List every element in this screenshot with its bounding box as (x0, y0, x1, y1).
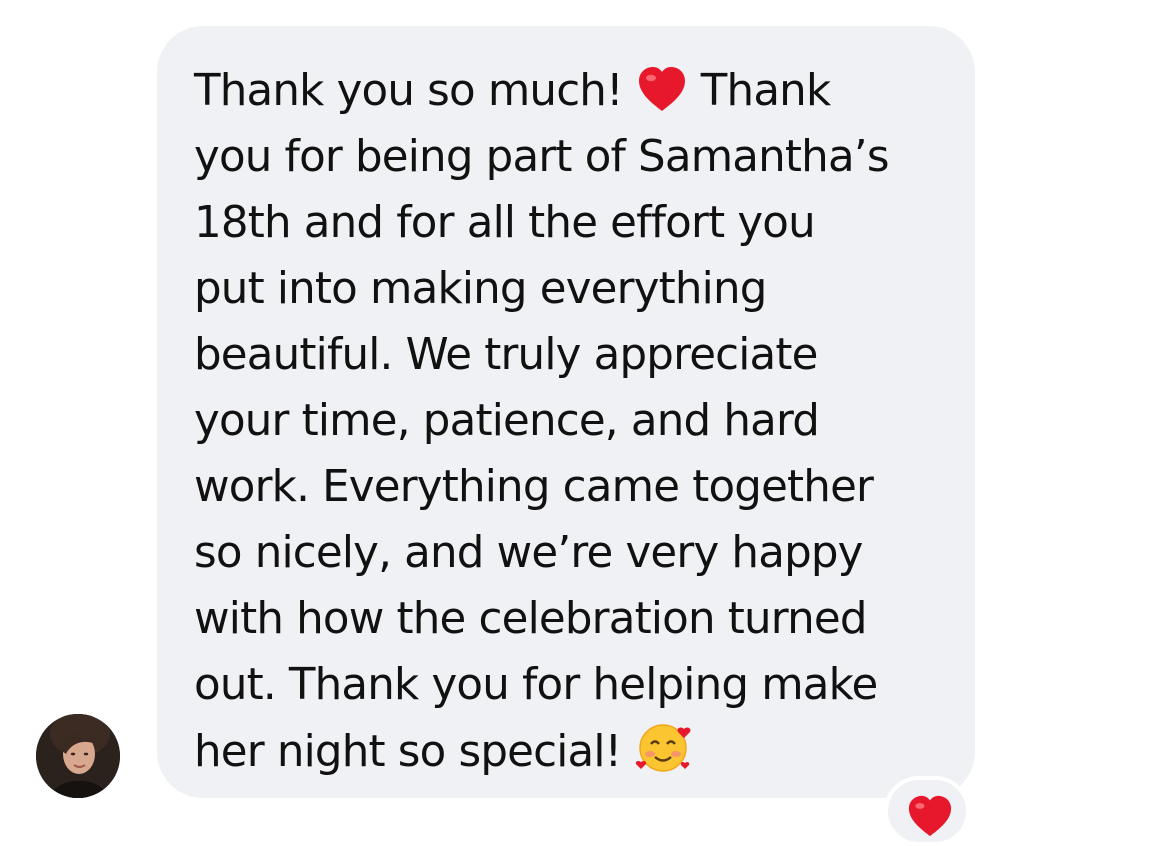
message-line: put into making everything (194, 264, 767, 314)
sender-avatar[interactable] (36, 714, 120, 798)
message-line: her night so special! (194, 718, 945, 784)
message-line: with how the celebration turned (194, 594, 867, 644)
message-line: out. Thank you for helping make (194, 660, 878, 710)
reaction-heart-icon (906, 794, 954, 842)
message-line: your time, patience, and hard (194, 396, 820, 446)
message-line: you for being part of Samantha’s (194, 132, 890, 182)
smiling-face-with-hearts-icon (634, 718, 694, 774)
red-heart-icon (636, 65, 688, 113)
message-bubble[interactable]: Thank you so much! Thank you for being p… (157, 26, 975, 798)
message-line: Thank you so much! Thank (194, 65, 831, 116)
message-line: so nicely, and we’re very happy (194, 528, 863, 578)
avatar-photo (36, 714, 120, 798)
message-line: beautiful. We truly appreciate (194, 330, 818, 380)
message-line: 18th and for all the effort you (194, 198, 816, 248)
message-reaction-badge[interactable] (884, 776, 970, 846)
message-line: work. Everything came together (194, 462, 874, 512)
